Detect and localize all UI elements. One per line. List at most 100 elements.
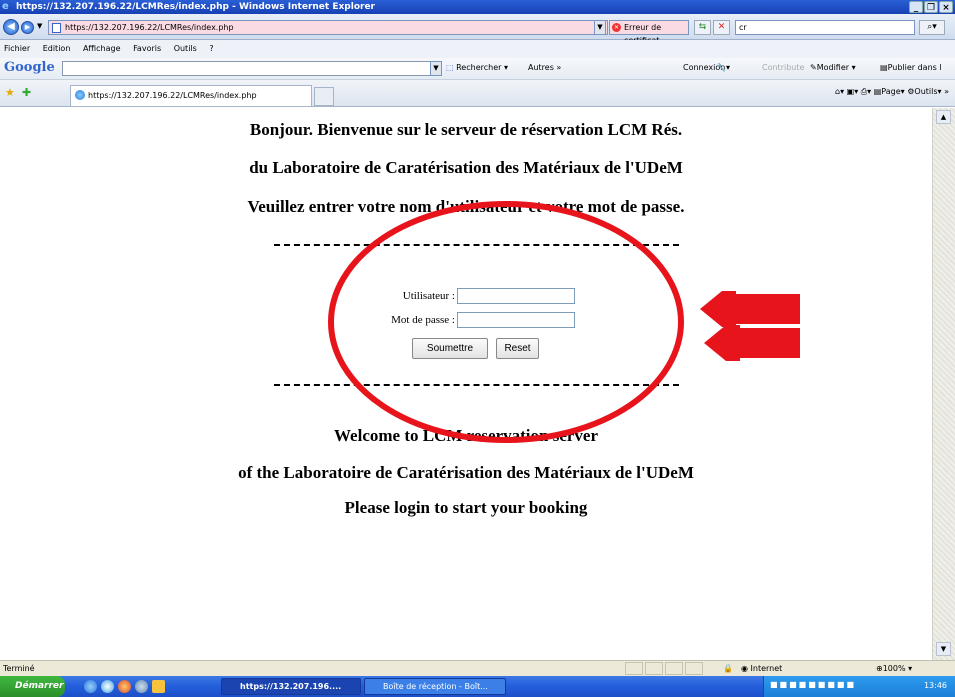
status-bar: Terminé 🔒 ◉ Internet ⊕100% ▾ xyxy=(0,660,955,676)
menu-help[interactable]: ? xyxy=(209,44,213,53)
page-menu-label: Page xyxy=(881,87,901,96)
reset-button[interactable]: Reset xyxy=(496,338,539,359)
tools-menu-label: Outils xyxy=(914,87,938,96)
taskbar-item-browser[interactable]: https://132.207.196.... xyxy=(221,678,361,695)
search-value: cr xyxy=(739,23,747,32)
stop-button[interactable]: ✕ xyxy=(713,20,730,35)
menu-affichage[interactable]: Affichage xyxy=(83,44,121,53)
taskbar: Démarrer https://132.207.196.... Boîte d… xyxy=(0,676,955,697)
heading-fr-lab: du Laboratoire de Caratérisation des Mat… xyxy=(249,158,683,177)
submit-button[interactable]: Soumettre xyxy=(412,338,488,359)
password-input[interactable] xyxy=(457,312,575,328)
menu-favoris[interactable]: Favoris xyxy=(133,44,161,53)
start-label: Démarrer xyxy=(15,681,64,691)
google-g-icon: ⬚ xyxy=(446,63,454,72)
menu-outils[interactable]: Outils xyxy=(174,44,197,53)
ie-page-icon xyxy=(75,90,85,100)
tab-bar: ★ ✚ https://132.207.196.22/LCMRes/index.… xyxy=(0,80,955,107)
username-label: Utilisateur : xyxy=(402,290,455,302)
publish-label: Publier dans l xyxy=(887,63,942,72)
url-field[interactable]: https://132.207.196.22/LCMRes/index.php xyxy=(48,20,608,35)
tray-icons[interactable]: ■■■■■■■■■ xyxy=(770,680,856,689)
clock: 13:46 xyxy=(923,681,947,690)
zoom-control[interactable]: ⊕100% ▾ xyxy=(876,661,912,676)
favorites-star-icon[interactable]: ★ xyxy=(5,86,15,99)
google-search-input[interactable] xyxy=(62,61,437,76)
back-button[interactable]: ◀ xyxy=(3,19,19,35)
protected-mode-icon: 🔒 xyxy=(723,664,733,673)
google-toolbar: Google ▼ ⬚ Rechercher ▾ Autres » Connexi… xyxy=(0,58,955,80)
menu-bar: Fichier Edition Affichage Favoris Outils… xyxy=(0,40,955,58)
tools-menu[interactable]: ⚙Outils▾ xyxy=(907,87,941,96)
google-search-button[interactable]: ⬚ Rechercher ▾ xyxy=(446,63,508,72)
start-button[interactable]: Démarrer xyxy=(0,676,65,697)
heading-fr-welcome: Bonjour. Bienvenue sur le serveur de rés… xyxy=(249,120,683,139)
outlook-quicklaunch-icon[interactable] xyxy=(152,680,165,693)
scroll-up-icon[interactable]: ▲ xyxy=(936,110,951,124)
divider-bottom xyxy=(274,384,679,386)
google-dropdown-button[interactable]: ▼ xyxy=(430,61,442,76)
zoom-value: 100% xyxy=(882,664,906,673)
edit-icon: ✎ xyxy=(810,63,817,72)
status-segment xyxy=(625,662,643,675)
publish-button[interactable]: ▤Publier dans l xyxy=(880,63,942,72)
internet-zone: ◉ Internet xyxy=(741,664,783,673)
maximize-button[interactable]: ❐ xyxy=(924,1,938,13)
page-content: Bonjour. Bienvenue sur le serveur de rés… xyxy=(0,108,932,660)
address-bar: ◀ ▶ ▼ https://132.207.196.22/LCMRes/inde… xyxy=(0,14,955,45)
page-menu[interactable]: ▤Page▾ xyxy=(874,87,905,96)
modify-button[interactable]: ✎Modifier ▾ xyxy=(810,63,856,72)
google-more-button[interactable]: Autres » xyxy=(528,63,561,72)
scroll-down-icon[interactable]: ▼ xyxy=(936,642,951,656)
firefox-quicklaunch-icon[interactable] xyxy=(118,680,131,693)
heading-fr-instruction: Veuillez entrer votre nom d'utilisateur … xyxy=(247,197,685,216)
google-search-label: Rechercher xyxy=(456,63,502,72)
chevron-more-icon[interactable]: » xyxy=(944,87,949,96)
taskbar-item-mail[interactable]: Boîte de réception - Boît... xyxy=(364,678,506,695)
ie-quicklaunch-icon[interactable] xyxy=(84,680,97,693)
vertical-scrollbar[interactable]: ▲ ▼ xyxy=(932,108,955,660)
print-icon[interactable]: ⎙▾ xyxy=(861,87,871,96)
window-title: https://132.207.196.22/LCMRes/index.php … xyxy=(16,2,375,12)
status-segment xyxy=(665,662,683,675)
zone-label: Internet xyxy=(750,664,783,673)
forward-button[interactable]: ▶ xyxy=(21,21,34,34)
url-text: https://132.207.196.22/LCMRes/index.php xyxy=(65,23,234,32)
window-titlebar: e https://132.207.196.22/LCMRes/index.ph… xyxy=(0,0,955,14)
minimize-button[interactable]: _ xyxy=(909,1,923,13)
feeds-icon[interactable]: ▣▾ xyxy=(847,87,859,96)
browser-quicklaunch-icon[interactable] xyxy=(101,680,114,693)
divider-top xyxy=(274,244,679,246)
home-icon[interactable]: ⌂▾ xyxy=(835,87,844,96)
certificate-error-icon: ✕ xyxy=(612,23,621,32)
status-text: Terminé xyxy=(3,664,35,673)
modify-label: Modifier xyxy=(816,63,850,72)
heading-en-instruction: Please login to start your booking xyxy=(344,498,588,517)
status-segment xyxy=(685,662,703,675)
wrench-icon[interactable]: 🔧▾ xyxy=(716,63,730,72)
search-input[interactable]: cr xyxy=(735,20,915,35)
certificate-error-button[interactable]: ✕Erreur de certificat xyxy=(609,20,689,45)
new-tab-button[interactable] xyxy=(314,87,334,106)
tab-lcmres[interactable]: https://132.207.196.22/LCMRes/index.php xyxy=(70,85,312,106)
system-tray: ■■■■■■■■■ 13:46 xyxy=(763,676,955,697)
publish-icon: ▤ xyxy=(880,63,888,72)
search-button[interactable]: ⌕▾ xyxy=(919,20,945,35)
command-bar: ⌂▾ ▣▾ ⎙▾ ▤Page▾ ⚙Outils▾ » xyxy=(835,87,949,97)
app-quicklaunch-icon[interactable] xyxy=(135,680,148,693)
tab-title: https://132.207.196.22/LCMRes/index.php xyxy=(88,91,257,100)
status-segment xyxy=(645,662,663,675)
close-button[interactable]: × xyxy=(939,1,953,13)
refresh-button[interactable]: ⇆ xyxy=(694,20,711,35)
url-dropdown-button[interactable]: ▼ xyxy=(594,20,606,35)
password-label: Mot de passe : xyxy=(391,314,455,326)
menu-fichier[interactable]: Fichier xyxy=(4,44,30,53)
heading-en-lab: of the Laboratoire de Caratérisation des… xyxy=(238,463,694,482)
contribute-button[interactable]: Contribute xyxy=(762,63,804,72)
menu-edition[interactable]: Edition xyxy=(43,44,71,53)
page-icon xyxy=(52,23,61,33)
history-dropdown-icon[interactable]: ▼ xyxy=(37,22,42,30)
add-favorite-icon[interactable]: ✚ xyxy=(22,86,31,99)
username-input[interactable] xyxy=(457,288,575,304)
heading-en-welcome: Welcome to LCM reservation server xyxy=(333,426,599,445)
